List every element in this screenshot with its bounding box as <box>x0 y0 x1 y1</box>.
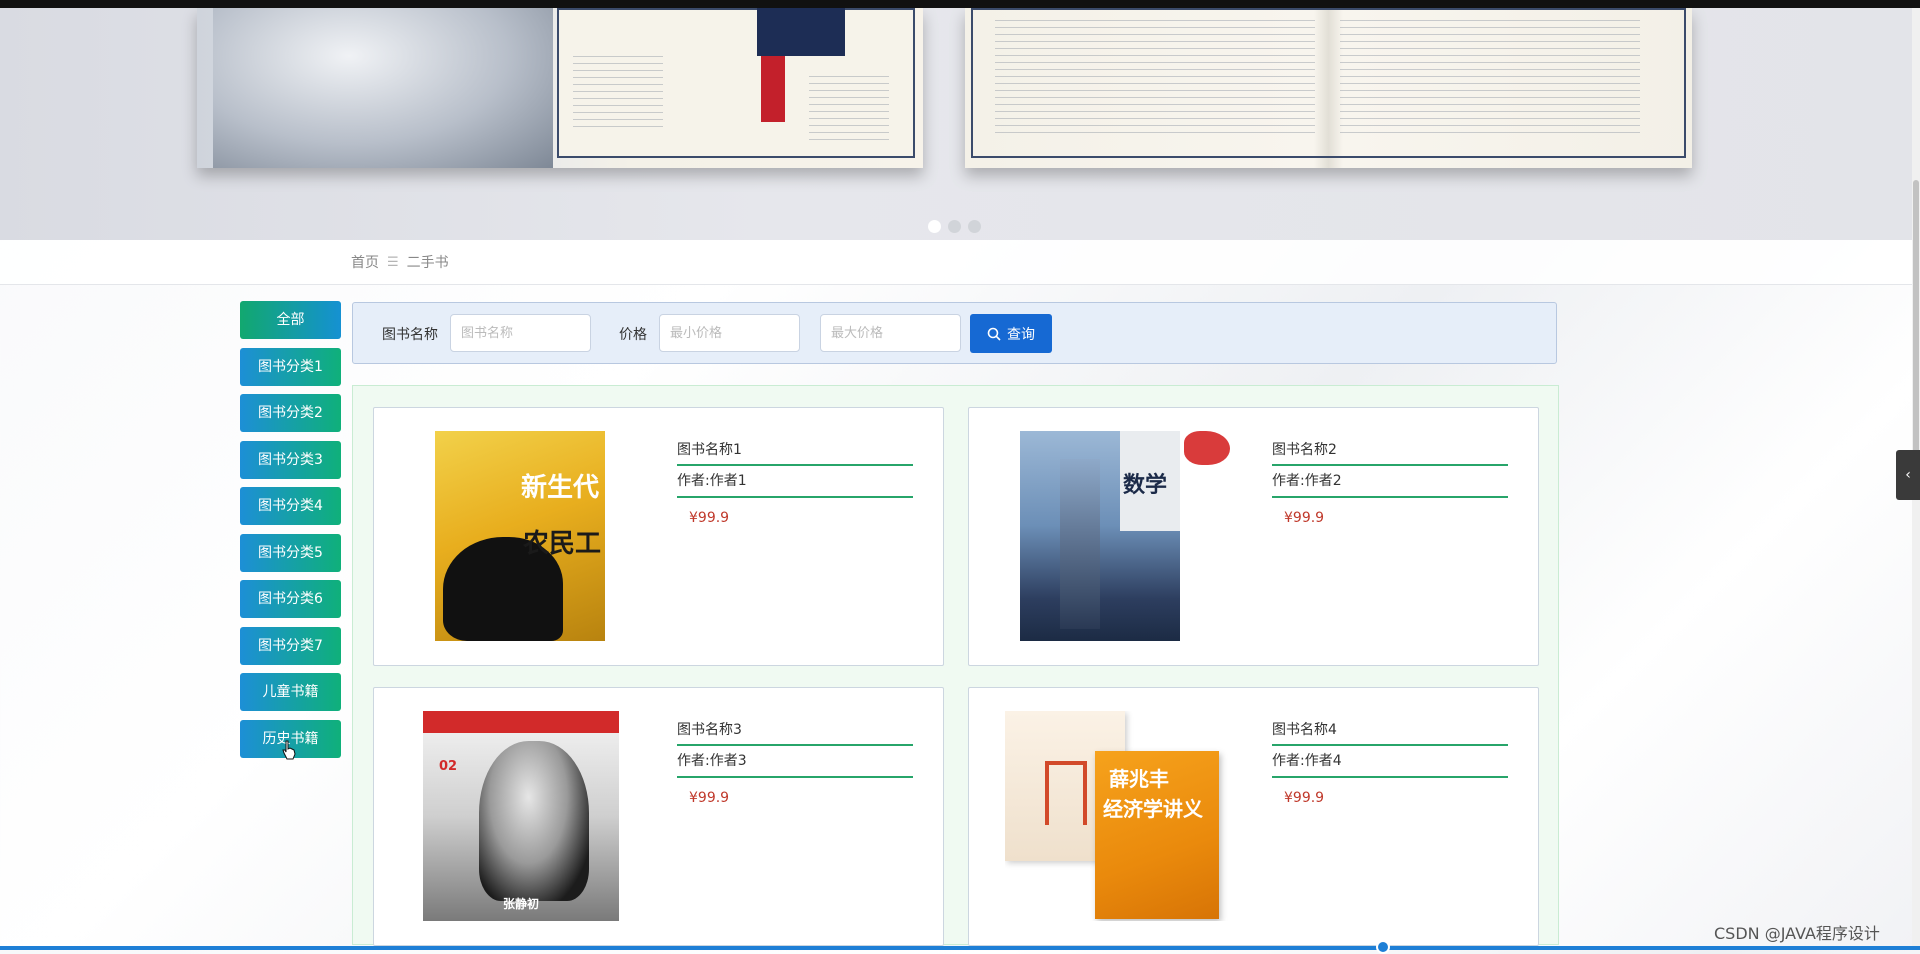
banner-title-block <box>757 8 845 56</box>
cover-text: 数学 <box>1123 473 1168 498</box>
category-3-button[interactable]: 图书分类3 <box>240 440 341 479</box>
category-1-button[interactable]: 图书分类1 <box>240 347 341 386</box>
carousel-dot-1[interactable] <box>928 220 941 233</box>
breadcrumb-current: 二手书 <box>406 255 449 271</box>
product-name[interactable]: 图书名称3 <box>677 718 913 746</box>
search-button-label: 查询 <box>1007 326 1035 343</box>
category-2-button[interactable]: 图书分类2 <box>240 394 341 432</box>
category-children-button[interactable]: 儿童书籍 <box>240 673 341 711</box>
product-price: ¥99.9 <box>1284 510 1325 526</box>
bottom-progress-knob[interactable] <box>1376 940 1390 954</box>
cover-text: 02 <box>439 759 458 774</box>
product-price: ¥99.9 <box>1284 790 1325 806</box>
product-card-3[interactable]: 02 张静初 图书名称3 作者:作者3 ¥99.9 <box>373 687 944 946</box>
chevron-left-icon: ‹ <box>1905 467 1911 483</box>
book-name-input[interactable] <box>450 314 591 352</box>
product-name[interactable]: 图书名称1 <box>677 438 913 466</box>
browser-top-edge <box>0 0 1920 8</box>
cover-text: 经济学讲义 <box>1103 797 1203 821</box>
product-name[interactable]: 图书名称4 <box>1272 718 1508 746</box>
hand-cursor-icon <box>282 740 296 760</box>
price-label: 价格 <box>619 327 647 343</box>
search-button[interactable]: 查询 <box>970 314 1052 353</box>
category-all-button[interactable]: 全部 <box>240 301 341 339</box>
product-name[interactable]: 图书名称2 <box>1272 438 1508 466</box>
product-list: 新生代 农民工 图书名称1 作者:作者1 ¥99.9 数学 图书名称2 作者:作… <box>352 385 1559 946</box>
product-author: 作者:作者1 <box>677 466 913 498</box>
banner-left-page <box>557 8 915 158</box>
banner-book-right <box>965 8 1692 168</box>
product-cover-3: 02 张静初 <box>423 711 619 921</box>
cover-text: 新生代 <box>521 473 600 503</box>
product-info: 图书名称1 作者:作者1 ¥99.9 <box>677 438 913 526</box>
product-info: 图书名称4 作者:作者4 ¥99.9 <box>1272 718 1508 806</box>
side-panel-toggle[interactable]: ‹ <box>1896 450 1920 500</box>
category-6-button[interactable]: 图书分类6 <box>240 580 341 618</box>
category-7-button[interactable]: 图书分类7 <box>240 626 341 665</box>
search-panel: 图书名称 价格 查询 <box>352 302 1557 364</box>
category-4-button[interactable]: 图书分类4 <box>240 487 341 525</box>
product-card-4[interactable]: 薛兆丰 经济学讲义 图书名称4 作者:作者4 ¥99.9 <box>968 687 1539 946</box>
product-info: 图书名称2 作者:作者2 ¥99.9 <box>1272 438 1508 526</box>
product-cover-1: 新生代 农民工 <box>435 431 605 641</box>
carousel-dot-3[interactable] <box>968 220 981 233</box>
product-price: ¥99.9 <box>689 510 730 526</box>
breadcrumb-separator-icon: ☰ <box>387 254 399 270</box>
banner-portrait <box>213 8 553 168</box>
product-cover-4: 薛兆丰 经济学讲义 <box>1005 711 1231 921</box>
max-price-input[interactable] <box>820 314 961 352</box>
product-author: 作者:作者4 <box>1272 746 1508 778</box>
category-sidebar: 全部 图书分类1 图书分类2 图书分类3 图书分类4 图书分类5 图书分类6 图… <box>240 301 341 766</box>
banner-book-left <box>197 8 923 168</box>
product-card-2[interactable]: 数学 图书名称2 作者:作者2 ¥99.9 <box>968 407 1539 666</box>
cover-text: 张静初 <box>503 897 540 911</box>
watermark: CSDN @JAVA程序设计 <box>1714 924 1880 943</box>
min-price-input[interactable] <box>659 314 800 352</box>
product-author: 作者:作者2 <box>1272 466 1508 498</box>
category-5-button[interactable]: 图书分类5 <box>240 533 341 572</box>
breadcrumb: 首页 ☰ 二手书 <box>351 252 449 272</box>
book-name-label: 图书名称 <box>382 327 438 343</box>
product-info: 图书名称3 作者:作者3 ¥99.9 <box>677 718 913 806</box>
product-author: 作者:作者3 <box>677 746 913 778</box>
search-icon <box>987 327 1001 341</box>
carousel-dots <box>928 220 981 233</box>
product-card-1[interactable]: 新生代 农民工 图书名称1 作者:作者1 ¥99.9 <box>373 407 944 666</box>
product-cover-2: 数学 <box>1020 431 1230 641</box>
product-price: ¥99.9 <box>689 790 730 806</box>
banner-ribbon <box>761 56 785 122</box>
cover-text: 薛兆丰 <box>1109 767 1169 791</box>
breadcrumb-bar: 首页 ☰ 二手书 <box>0 240 1912 285</box>
breadcrumb-home[interactable]: 首页 <box>351 252 379 272</box>
carousel-dot-2[interactable] <box>948 220 961 233</box>
banner-carousel[interactable] <box>0 8 1912 240</box>
cover-text: 农民工 <box>523 529 602 559</box>
bottom-progress-bar <box>0 946 1920 950</box>
